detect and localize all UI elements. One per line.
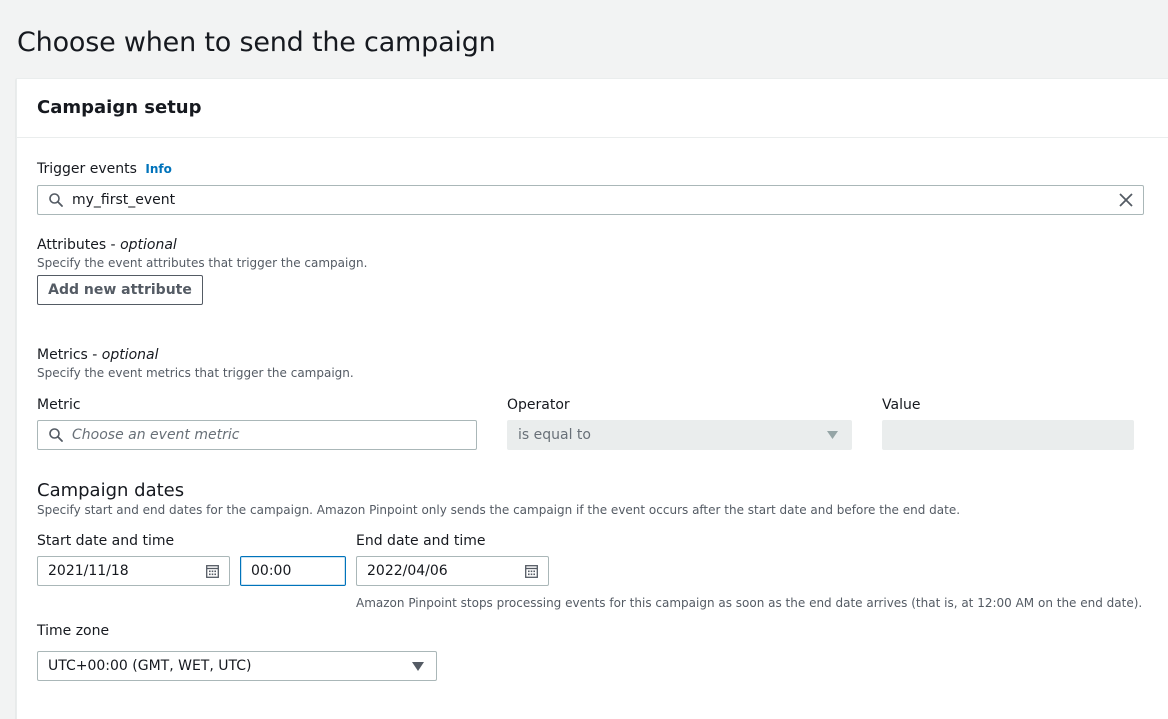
metrics-label-text: Metrics - bbox=[37, 347, 102, 363]
panel-title: Campaign setup bbox=[37, 97, 202, 118]
metric-label: Metric bbox=[37, 397, 81, 413]
operator-label: Operator bbox=[507, 397, 570, 413]
attributes-label: Attributes - optional bbox=[37, 236, 177, 254]
trigger-events-value: my_first_event bbox=[72, 192, 176, 208]
end-date-note: Amazon Pinpoint stops processing events … bbox=[356, 596, 1143, 610]
value-input[interactable] bbox=[882, 420, 1134, 450]
metrics-label: Metrics - optional bbox=[37, 346, 159, 364]
calendar-icon[interactable] bbox=[206, 564, 219, 578]
value-label: Value bbox=[882, 397, 921, 413]
page-title: Choose when to send the campaign bbox=[17, 27, 496, 58]
metric-input[interactable]: Choose an event metric bbox=[37, 420, 477, 450]
end-date-input[interactable]: 2022/04/06 bbox=[356, 556, 549, 586]
operator-value: is equal to bbox=[518, 427, 591, 443]
info-link[interactable]: Info bbox=[145, 162, 171, 176]
time-zone-value: UTC+00:00 (GMT, WET, UTC) bbox=[48, 658, 252, 674]
caret-down-icon bbox=[412, 661, 424, 671]
close-icon[interactable] bbox=[1119, 193, 1133, 207]
time-zone-select[interactable]: UTC+00:00 (GMT, WET, UTC) bbox=[37, 651, 437, 681]
trigger-events-input[interactable]: my_first_event bbox=[37, 185, 1144, 215]
attributes-description: Specify the event attributes that trigge… bbox=[37, 256, 368, 270]
attributes-optional: optional bbox=[120, 237, 177, 253]
panel-header: Campaign setup bbox=[17, 79, 1168, 138]
end-date-label: End date and time bbox=[356, 533, 486, 549]
start-date-value: 2021/11/18 bbox=[48, 563, 129, 579]
calendar-icon[interactable] bbox=[525, 564, 538, 578]
search-icon bbox=[49, 428, 63, 442]
start-date-label: Start date and time bbox=[37, 533, 175, 549]
campaign-setup-panel: Campaign setup Trigger events Info my_fi… bbox=[16, 78, 1168, 719]
trigger-events-label-text: Trigger events bbox=[37, 161, 137, 177]
campaign-dates-title: Campaign dates bbox=[37, 480, 185, 501]
operator-select[interactable]: is equal to bbox=[507, 420, 852, 450]
add-new-attribute-button[interactable]: Add new attribute bbox=[37, 275, 203, 305]
caret-down-icon bbox=[827, 431, 838, 439]
campaign-dates-description: Specify start and end dates for the camp… bbox=[37, 503, 961, 517]
metric-placeholder: Choose an event metric bbox=[72, 427, 240, 443]
end-date-value: 2022/04/06 bbox=[367, 563, 448, 579]
metrics-optional: optional bbox=[101, 347, 159, 363]
search-icon bbox=[49, 193, 63, 207]
metrics-description: Specify the event metrics that trigger t… bbox=[37, 366, 354, 380]
start-date-input[interactable]: 2021/11/18 bbox=[37, 556, 230, 586]
start-time-input[interactable]: 00:00 bbox=[240, 556, 346, 586]
trigger-events-label: Trigger events Info bbox=[37, 160, 172, 178]
time-zone-label: Time zone bbox=[37, 623, 110, 639]
attributes-label-text: Attributes - bbox=[37, 237, 121, 253]
start-time-value: 00:00 bbox=[251, 563, 292, 579]
